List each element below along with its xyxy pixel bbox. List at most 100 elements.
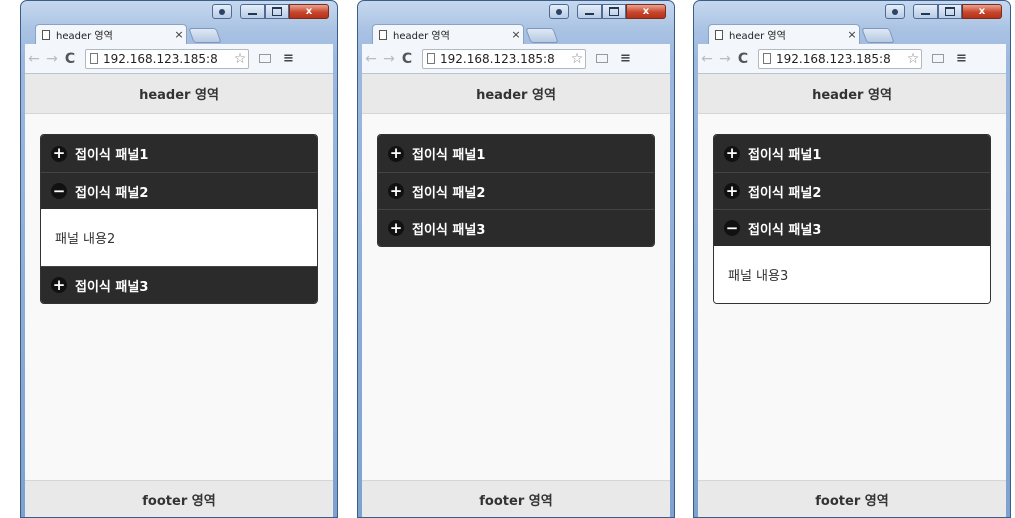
new-tab-button[interactable] <box>525 28 559 43</box>
bookmark-star-icon[interactable]: ☆ <box>569 51 585 67</box>
user-button[interactable] <box>885 4 905 19</box>
user-icon <box>892 8 898 15</box>
browser-window-1: x header 영역 × ← → C 192.168.123.185:8 ☆ … <box>20 0 338 518</box>
back-icon[interactable]: ← <box>698 51 716 67</box>
window-controls: x <box>212 4 329 22</box>
page-icon <box>763 53 771 64</box>
window-controls: x <box>885 4 1002 22</box>
page-content: header 영역 + 접이식 패널1 + 접이식 패널2 + 접이식 패널3 … <box>362 74 670 517</box>
panel-title: 접이식 패널1 <box>75 148 149 163</box>
address-bar[interactable]: 192.168.123.185:8 ☆ <box>758 48 922 69</box>
page-icon <box>427 53 435 64</box>
panel-header-3[interactable]: + 접이식 패널3 <box>41 266 317 303</box>
url-text: 192.168.123.185:8 <box>103 51 218 66</box>
user-icon <box>556 8 562 15</box>
maximize-icon <box>272 7 282 16</box>
document-icon <box>379 29 387 40</box>
panel-content-3: 패널 내용3 <box>714 246 990 303</box>
panel-header-1[interactable]: + 접이식 패널1 <box>714 135 990 172</box>
tab-close-icon[interactable]: × <box>845 28 859 41</box>
close-button[interactable]: x <box>289 4 329 19</box>
panel-header-3[interactable]: − 접이식 패널3 <box>714 209 990 246</box>
page-footer: footer 영역 <box>25 480 333 517</box>
plus-icon: + <box>388 218 404 237</box>
forward-icon[interactable]: → <box>716 51 734 67</box>
page-footer: footer 영역 <box>698 480 1006 517</box>
menu-icon[interactable]: ≡ <box>620 51 631 66</box>
document-icon <box>42 29 50 40</box>
page-content: header 영역 + 접이식 패널1 + 접이식 패널2 − 접이식 패널3 … <box>698 74 1006 517</box>
panel-header-1[interactable]: + 접이식 패널1 <box>378 135 654 172</box>
panel-header-2[interactable]: + 접이식 패널2 <box>714 172 990 209</box>
menu-icon[interactable]: ≡ <box>283 51 294 66</box>
forward-icon[interactable]: → <box>380 51 398 67</box>
panel-header-2[interactable]: − 접이식 패널2 <box>41 172 317 209</box>
tab-close-icon[interactable]: × <box>509 28 523 41</box>
panel-title: 접이식 패널3 <box>748 222 822 238</box>
new-tab-button[interactable] <box>861 28 895 43</box>
browser-tab[interactable]: header 영역 × <box>708 24 860 44</box>
reload-icon[interactable]: C <box>61 51 79 67</box>
browser-window-2: x header 영역 × ← → C 192.168.123.185:8 ☆ … <box>357 0 675 518</box>
cast-icon[interactable] <box>259 54 271 63</box>
plus-icon: + <box>388 144 404 162</box>
address-bar[interactable]: 192.168.123.185:8 ☆ <box>422 48 586 69</box>
panel-header-2[interactable]: + 접이식 패널2 <box>378 172 654 209</box>
user-button[interactable] <box>549 4 569 19</box>
panel-title: 접이식 패널2 <box>75 185 149 201</box>
address-bar[interactable]: 192.168.123.185:8 ☆ <box>85 48 249 69</box>
panel-content-2: 패널 내용2 <box>41 209 317 266</box>
cast-icon[interactable] <box>932 54 944 63</box>
tab-title: header 영역 <box>729 31 786 42</box>
panel-title: 접이식 패널3 <box>75 279 149 295</box>
close-button[interactable]: x <box>962 4 1002 19</box>
window-controls: x <box>549 4 666 22</box>
maximize-icon <box>609 7 619 16</box>
url-text: 192.168.123.185:8 <box>776 51 891 66</box>
forward-icon[interactable]: → <box>43 51 61 67</box>
back-icon[interactable]: ← <box>25 51 43 67</box>
tab-title: header 영역 <box>56 31 113 42</box>
page-header: header 영역 <box>362 74 670 114</box>
page-footer: footer 영역 <box>362 480 670 517</box>
maximize-button[interactable] <box>602 4 626 19</box>
browser-tab[interactable]: header 영역 × <box>372 24 524 44</box>
panel-title: 접이식 패널2 <box>748 185 822 201</box>
minimize-button[interactable] <box>240 4 265 19</box>
plus-icon: + <box>388 181 404 200</box>
page-icon <box>90 53 98 64</box>
minimize-button[interactable] <box>913 4 938 19</box>
maximize-button[interactable] <box>265 4 289 19</box>
back-icon[interactable]: ← <box>362 51 380 67</box>
minimize-icon <box>921 13 930 15</box>
document-icon <box>715 29 723 40</box>
reload-icon[interactable]: C <box>734 51 752 67</box>
minimize-button[interactable] <box>577 4 602 19</box>
panel-header-1[interactable]: + 접이식 패널1 <box>41 135 317 172</box>
minimize-icon <box>585 13 594 15</box>
reload-icon[interactable]: C <box>398 51 416 67</box>
accordion: + 접이식 패널1 − 접이식 패널2 패널 내용2 + 접이식 패널3 <box>40 134 318 304</box>
panel-title: 접이식 패널2 <box>412 185 486 201</box>
tab-title: header 영역 <box>393 31 450 42</box>
tab-close-icon[interactable]: × <box>172 28 186 41</box>
browser-tab[interactable]: header 영역 × <box>35 24 187 44</box>
bookmark-star-icon[interactable]: ☆ <box>905 51 921 67</box>
accordion: + 접이식 패널1 + 접이식 패널2 + 접이식 패널3 <box>377 134 655 247</box>
page-header: header 영역 <box>698 74 1006 114</box>
panel-title: 접이식 패널1 <box>748 148 822 163</box>
close-button[interactable]: x <box>626 4 666 19</box>
panel-header-3[interactable]: + 접이식 패널3 <box>378 209 654 246</box>
user-button[interactable] <box>212 4 232 19</box>
plus-icon: + <box>724 181 740 200</box>
new-tab-button[interactable] <box>188 28 222 43</box>
cast-icon[interactable] <box>596 54 608 63</box>
maximize-button[interactable] <box>938 4 962 19</box>
minimize-icon <box>248 13 257 15</box>
panel-title: 접이식 패널3 <box>412 222 486 238</box>
menu-icon[interactable]: ≡ <box>956 51 967 66</box>
user-icon <box>219 8 225 15</box>
plus-icon: + <box>51 144 67 162</box>
page-header: header 영역 <box>25 74 333 114</box>
bookmark-star-icon[interactable]: ☆ <box>232 51 248 67</box>
